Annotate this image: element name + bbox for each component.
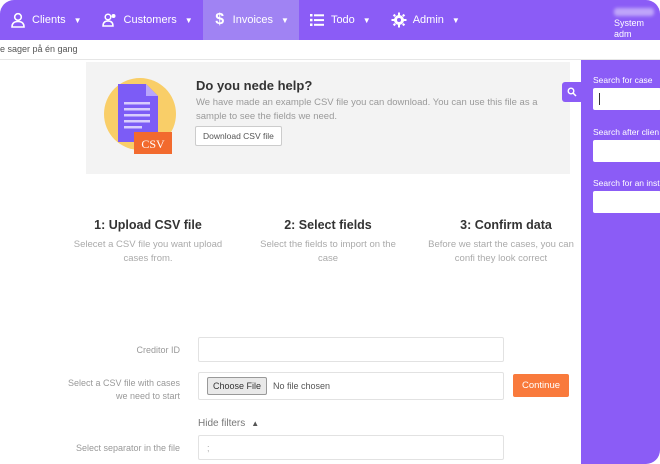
nav-invoices[interactable]: $ Invoices ▼: [202, 0, 299, 40]
search-panel: Search for case Search after clien Searc…: [581, 60, 660, 464]
chevron-down-icon: ▼: [281, 15, 289, 25]
nav-customers[interactable]: Customers ▼: [92, 0, 203, 40]
search-toggle[interactable]: [562, 82, 582, 102]
step-title: 3: Confirm data: [460, 218, 552, 232]
step-upload: 1: Upload CSV file Selecet a CSV file yo…: [58, 218, 238, 266]
chevron-down-icon: ▼: [451, 15, 460, 25]
gear-icon: [391, 12, 407, 28]
help-card: CSV Do you nede help? We have made an ex…: [86, 62, 570, 174]
help-title: Do you nede help?: [196, 78, 313, 93]
step-title: 2: Select fields: [284, 218, 372, 232]
search-client-input[interactable]: [593, 140, 660, 162]
nav-todo-label: Todo: [330, 14, 355, 26]
step-select-fields: 2: Select fields Select the fields to im…: [238, 218, 418, 266]
csv-file-icon: CSV: [104, 78, 176, 154]
chevron-up-icon: ▲: [251, 419, 260, 428]
hide-filters-label: Hide filters: [198, 418, 246, 429]
nav-customers-label: Customers: [123, 14, 177, 26]
user-icon: [11, 12, 25, 28]
search-case-label: Search for case: [593, 75, 653, 85]
step-confirm: 3: Confirm data Before we start the case…: [416, 218, 596, 266]
nav-invoices-label: Invoices: [232, 14, 274, 26]
users-icon: [101, 13, 116, 27]
app-window: Clients ▼ Customers ▼ $ Invoices ▼ Todo …: [0, 0, 660, 464]
step-desc: Select the fields to import on the case: [260, 239, 396, 264]
search-instance-label: Search for an insta: [593, 178, 660, 188]
list-icon: [309, 14, 324, 26]
blurred-username: [614, 8, 654, 16]
file-status: No file chosen: [273, 381, 331, 391]
step-desc: Before we start the cases, you can confi…: [428, 239, 574, 264]
separator-label: Select separator in the file: [75, 443, 180, 453]
search-instance-input[interactable]: [593, 191, 660, 213]
chevron-down-icon: ▼: [73, 15, 82, 25]
csv-file-input[interactable]: Choose File No file chosen: [198, 372, 504, 400]
user-role: System adm: [614, 18, 645, 39]
chevron-down-icon: ▼: [184, 15, 193, 25]
hide-filters-toggle[interactable]: Hide filters ▲: [198, 418, 259, 429]
choose-file-button[interactable]: Choose File: [207, 377, 268, 395]
search-case-input[interactable]: [593, 88, 660, 110]
nav-admin-label: Admin: [412, 14, 444, 26]
chevron-down-icon: ▼: [362, 15, 371, 25]
csv-file-label: Select a CSV file with cases we need to …: [67, 378, 180, 401]
top-nav: Clients ▼ Customers ▼ $ Invoices ▼ Todo …: [0, 0, 660, 40]
help-text: We have made an example CSV file you can…: [196, 97, 538, 122]
creditor-id-input[interactable]: [198, 337, 504, 362]
page-subtitle-bar: e sager på én gang: [0, 40, 660, 60]
nav-admin[interactable]: Admin ▼: [381, 0, 470, 40]
dollar-icon: $: [215, 11, 225, 28]
step-title: 1: Upload CSV file: [94, 218, 202, 232]
step-desc: Selecet a CSV file you want upload cases…: [73, 239, 223, 264]
csv-badge: CSV: [141, 137, 165, 151]
creditor-id-label: Creditor ID: [136, 345, 180, 355]
nav-clients-label: Clients: [32, 14, 66, 26]
search-client-label: Search after clien: [593, 127, 660, 137]
nav-clients[interactable]: Clients ▼: [0, 0, 92, 40]
page-subtitle: e sager på én gang: [0, 44, 78, 54]
nav-todo[interactable]: Todo ▼: [299, 0, 381, 40]
continue-button[interactable]: Continue: [513, 374, 569, 397]
text-cursor: [599, 93, 600, 105]
user-menu[interactable]: System adm: [614, 8, 660, 40]
separator-input[interactable]: ;: [198, 435, 504, 460]
search-icon: [567, 87, 577, 97]
download-csv-button[interactable]: Download CSV file: [195, 126, 282, 146]
